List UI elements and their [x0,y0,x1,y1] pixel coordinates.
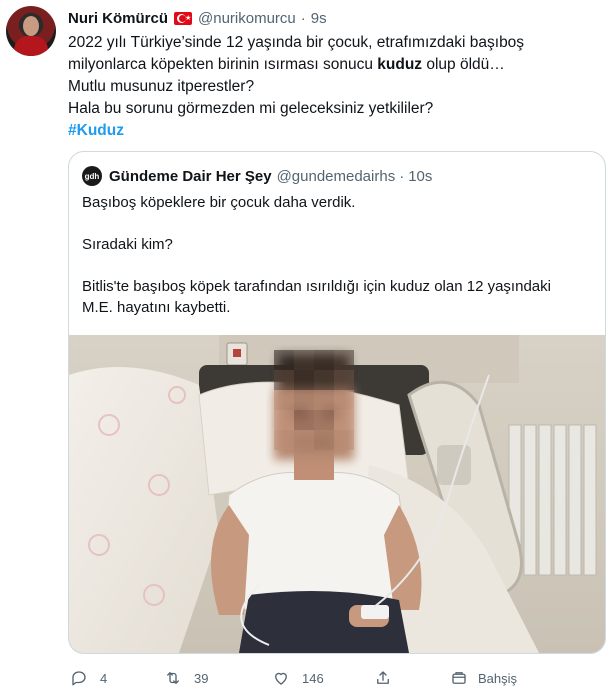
reply-icon [72,671,86,686]
retweet-button[interactable]: 39 [164,668,208,688]
hashtag-link[interactable]: #Kuduz [68,122,124,139]
tweet-line-1: 2022 yılı Türkiye’sinde 12 yaşında bir ç… [68,34,525,51]
tweet-header: Nuri Kömürcü ★ @nurikomurcu · 9s [68,8,327,28]
quoted-line-2: Sıradaki kim? [82,236,173,253]
tip-label: Bahşiş [478,670,518,686]
tweet-line-2-start: milyonlarca köpekten birinin ısırması so… [68,56,378,73]
quoted-line-4: M.E. hayatını kaybetti. [82,299,231,316]
tweet-text: 2022 yılı Türkiye’sinde 12 yaşında bir ç… [68,32,598,142]
quoted-tweet-time[interactable]: 10s [408,168,432,185]
turkey-flag-icon: ★ [174,11,193,25]
reply-button[interactable]: 4 [70,668,107,688]
tip-button[interactable]: Bahşiş [450,668,517,688]
hospital-photo [69,335,605,653]
avatar-face [23,16,39,36]
quoted-tweet-header: gdh Gündeme Dair Her Şey @gundemedairhs … [82,166,432,186]
quoted-tweet-photo[interactable] [69,335,605,653]
tweet-line-2-end: olup öldü… [422,56,505,73]
tweet-time[interactable]: 9s [311,10,327,27]
tweet-line-4: Hala bu sorunu görmezden mi geleceksiniz… [68,100,434,117]
quoted-author-name[interactable]: Gündeme Dair Her Şey [109,168,272,185]
tweet-actions: 4 39 146 Bahşiş [68,668,608,688]
tweet-line-3: Mutlu musunuz itperestler? [68,78,255,95]
separator-dot: · [300,9,306,27]
author-name[interactable]: Nuri Kömürcü [68,10,168,27]
like-icon [275,672,287,685]
quoted-tweet[interactable]: gdh Gündeme Dair Her Şey @gundemedairhs … [68,151,606,654]
quoted-author-handle[interactable]: @gundemedairhs [277,168,396,185]
tip-icon [452,672,466,684]
quoted-tweet-text: Başıboş köpeklere bir çocuk daha verdik.… [82,192,592,318]
tweet-line-2: milyonlarca köpekten birinin ısırması so… [68,54,598,76]
like-count: 146 [302,670,324,686]
tweet[interactable]: Nuri Kömürcü ★ @nurikomurcu · 9s 2022 yı… [0,0,614,698]
retweet-icon [167,672,179,684]
share-icon [377,671,389,684]
quoted-author-avatar[interactable]: gdh [82,166,102,186]
author-handle[interactable]: @nurikomurcu [198,10,296,27]
like-button[interactable]: 146 [272,668,324,688]
author-avatar[interactable] [6,6,56,56]
avatar-shirt [14,36,48,56]
quoted-line-3: Bitlis'te başıboş köpek tarafından ısırı… [82,278,551,295]
separator-dot: · [399,167,405,185]
retweet-count: 39 [194,670,209,686]
reply-count: 4 [100,670,108,686]
share-button[interactable] [374,668,392,688]
quoted-line-1: Başıboş köpeklere bir çocuk daha verdik. [82,194,356,211]
tweet-bold-word: kuduz [377,56,423,73]
